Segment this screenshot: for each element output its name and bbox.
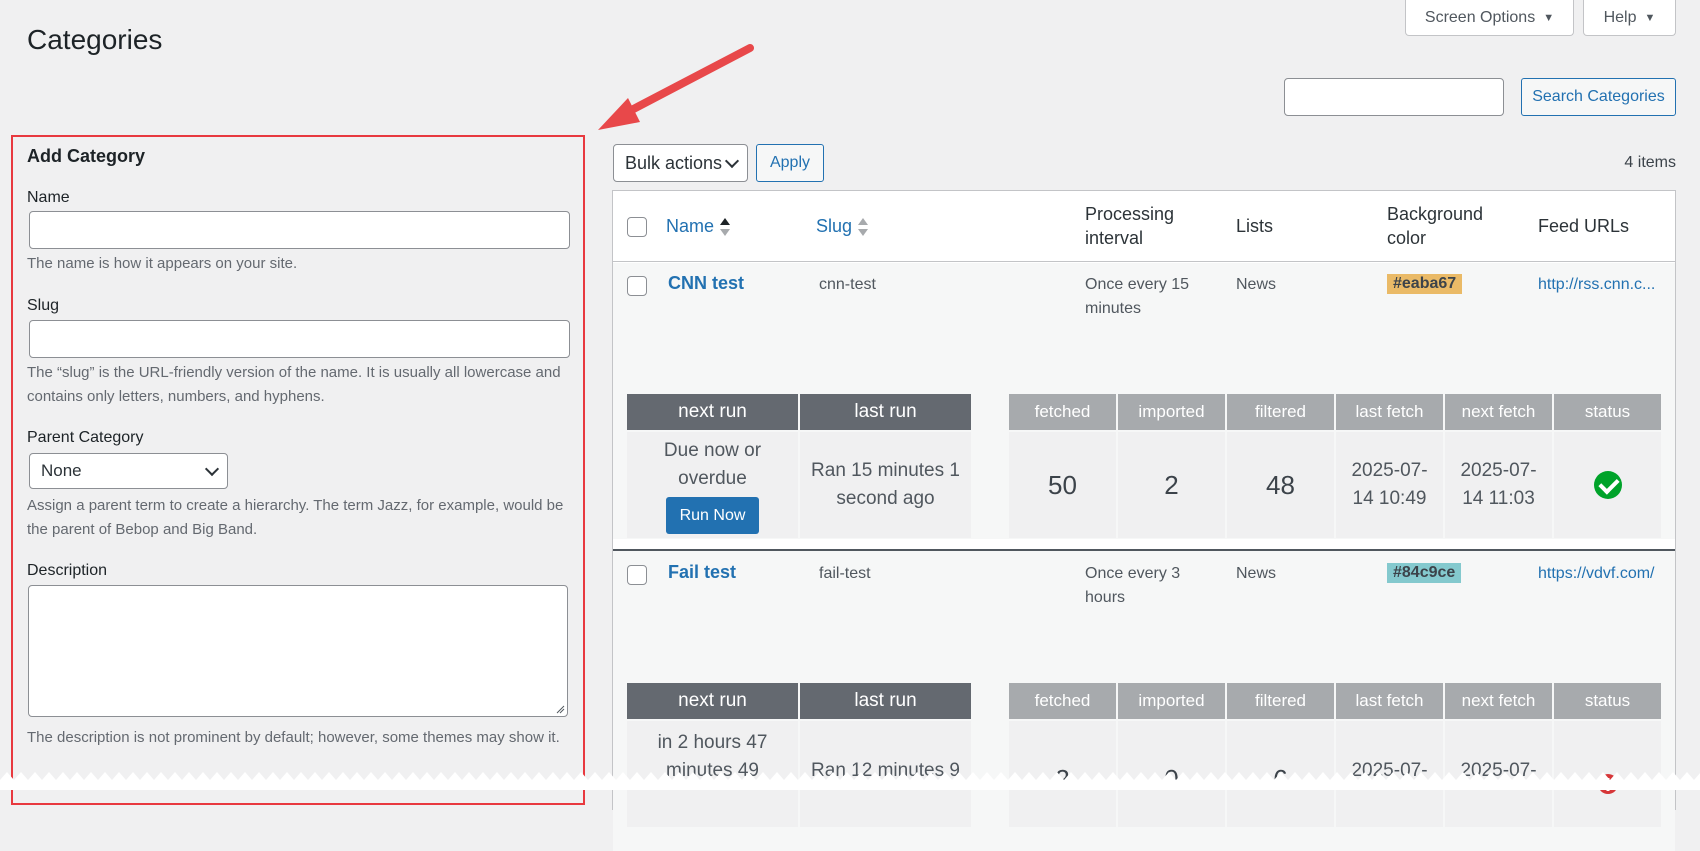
- category-slug: fail-test: [819, 565, 871, 582]
- categories-table: Name Slug Processing interval Lists Back…: [612, 190, 1676, 851]
- column-feed-urls: Feed URLs: [1538, 216, 1630, 236]
- status-header: status: [1554, 394, 1661, 430]
- slug-input[interactable]: [29, 320, 570, 358]
- next-fetch-value: 2025-07-14 11:03: [1445, 432, 1552, 538]
- row-checkbox[interactable]: [627, 565, 647, 585]
- next-fetch-header: next fetch: [1445, 683, 1552, 719]
- table-header: Name Slug Processing interval Lists Back…: [613, 191, 1675, 262]
- category-name-link[interactable]: CNN test: [668, 273, 744, 294]
- run-stats: next run last run in 2 hours 47 minutes …: [627, 683, 971, 827]
- column-processing-interval: Processing interval: [1085, 204, 1175, 248]
- checkmark-icon: [1593, 471, 1622, 499]
- parent-help: Assign a parent term to create a hierarc…: [27, 497, 564, 538]
- imported-header: imported: [1118, 394, 1225, 430]
- next-fetch-header: next fetch: [1445, 394, 1552, 430]
- add-category-heading: Add Category: [27, 146, 146, 166]
- column-slug[interactable]: Slug: [816, 214, 869, 238]
- feed-url-link[interactable]: https://vdvf.com/: [1538, 562, 1654, 586]
- processing-interval: Once every 3 hours: [1085, 565, 1181, 606]
- status-cell: [1554, 432, 1661, 538]
- imported-header: imported: [1118, 683, 1225, 719]
- last-fetch-header: last fetch: [1336, 394, 1443, 430]
- parent-category-value: None: [41, 461, 82, 480]
- last-fetch-text: 2025-07-14 10:49: [1351, 460, 1428, 509]
- fetched-value: 50: [1009, 432, 1116, 538]
- last-fetch-header: last fetch: [1336, 683, 1443, 719]
- select-all-checkbox[interactable]: [627, 217, 647, 237]
- color-swatch: #eaba67: [1387, 274, 1463, 294]
- imported-value: 2: [1118, 432, 1225, 538]
- table-row: CNN test cnn-test Once every 15 minutes …: [613, 263, 1675, 539]
- description-help: The description is not prominent by defa…: [27, 729, 560, 746]
- last-run-value: Ran 15 minutes 1 second ago: [800, 432, 971, 538]
- items-count: 4 items: [1624, 154, 1676, 171]
- fetch-stats: fetched imported filtered last fetch nex…: [1009, 394, 1661, 538]
- column-background-color: Background color: [1387, 204, 1484, 248]
- parent-category-select[interactable]: None: [29, 453, 228, 489]
- apply-button[interactable]: Apply: [756, 144, 824, 182]
- description-textarea[interactable]: [28, 585, 568, 717]
- run-stats: next run last run Due now or overdue Run…: [627, 394, 971, 538]
- next-fetch-text: 2025-07-14 11:03: [1460, 460, 1537, 509]
- last-run-text: Ran 15 minutes 1 second ago: [811, 460, 960, 509]
- bulk-actions-select[interactable]: Bulk actions: [613, 144, 748, 182]
- chevron-down-icon: [204, 461, 220, 476]
- category-lists: News: [1236, 565, 1277, 582]
- feed-url-link[interactable]: http://rss.cnn.c...: [1538, 273, 1655, 297]
- table-row: Fail test fail-test Once every 3 hours N…: [613, 551, 1675, 851]
- resize-grip-icon[interactable]: [556, 705, 565, 714]
- fetched-header: fetched: [1009, 394, 1116, 430]
- bulk-actions-value: Bulk actions: [625, 152, 723, 173]
- sort-icon: [858, 217, 869, 237]
- column-name-label: Name: [666, 216, 715, 236]
- category-lists: News: [1236, 276, 1277, 293]
- status-header: status: [1554, 683, 1661, 719]
- column-lists: Lists: [1236, 216, 1274, 236]
- category-name-link[interactable]: Fail test: [668, 562, 736, 583]
- processing-interval: Once every 15 minutes: [1085, 276, 1190, 317]
- category-slug: cnn-test: [819, 276, 876, 293]
- slug-label: Slug: [27, 297, 60, 314]
- slug-help: The “slug” is the URL-friendly version o…: [27, 364, 561, 405]
- run-now-button[interactable]: Run Now: [665, 496, 760, 534]
- last-fetch-value: 2025-07-14 10:49: [1336, 432, 1443, 538]
- filtered-header: filtered: [1227, 394, 1334, 430]
- chevron-down-icon: [724, 153, 740, 168]
- torn-edge: [0, 772, 1700, 790]
- next-run-header: next run: [627, 683, 798, 719]
- column-slug-label: Slug: [816, 216, 853, 236]
- fetched-header: fetched: [1009, 683, 1116, 719]
- column-name[interactable]: Name: [666, 214, 731, 238]
- name-label: Name: [27, 189, 70, 206]
- name-help: The name is how it appears on your site.: [27, 255, 298, 272]
- last-run-header: last run: [800, 394, 971, 430]
- fetch-stats: fetched imported filtered last fetch nex…: [1009, 683, 1661, 827]
- parent-category-label: Parent Category: [27, 429, 144, 446]
- next-run-header: next run: [627, 394, 798, 430]
- next-run-value: Due now or overdue: [663, 439, 762, 489]
- filtered-header: filtered: [1227, 683, 1334, 719]
- last-run-header: last run: [800, 683, 971, 719]
- description-label: Description: [27, 562, 108, 579]
- color-swatch: #84c9ce: [1387, 563, 1462, 583]
- name-input[interactable]: [29, 211, 570, 249]
- row-checkbox[interactable]: [627, 276, 647, 296]
- next-run-cell: Due now or overdue Run Now: [627, 432, 798, 538]
- filtered-value: 48: [1227, 432, 1334, 538]
- sort-icon: [720, 217, 731, 237]
